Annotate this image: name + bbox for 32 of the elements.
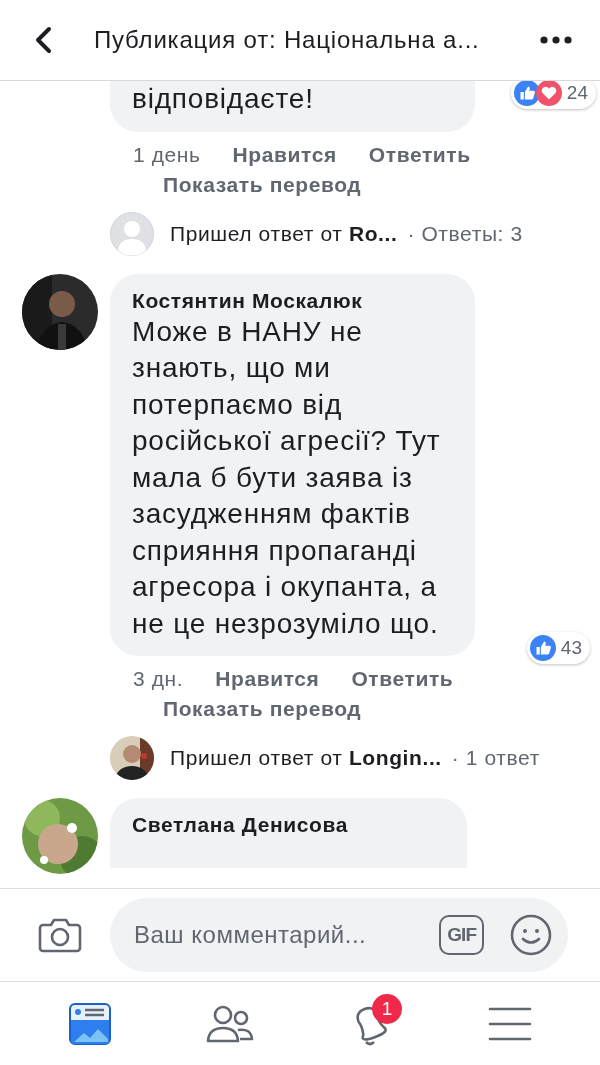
emoji-icon[interactable] [510, 914, 552, 956]
reply-count[interactable]: · 1 ответ [451, 746, 540, 770]
comment-text: Може в НАНУ не знають, що ми потерпаємо від російської агресії? Тут мала б бути заява із засудженням фактів сприяння пропаганді агресора і окупанта, а не це незрозуміло що. [132, 314, 442, 641]
comment-author[interactable]: Светлана Денисова [132, 812, 445, 838]
comment-author[interactable]: Костянтин Москалюк [132, 287, 453, 314]
page-title: Публикация от: Національна а... [94, 26, 481, 54]
more-icon[interactable] [540, 36, 572, 44]
comment-text: відповідаєте! [132, 82, 315, 116]
camera-icon[interactable] [38, 916, 82, 954]
reaction-count[interactable]: 43 [526, 632, 590, 664]
reply-count[interactable]: · Ответы: 3 [407, 221, 523, 246]
replies-link[interactable]: Пришел ответ от Longin... [170, 746, 442, 770]
translate-link[interactable]: Показать перевод [163, 169, 362, 200]
comment-time: 1 день [133, 141, 201, 168]
comment-time: 3 дн. [133, 666, 184, 692]
notification-badge: 1 [372, 993, 402, 1024]
news-feed-icon [68, 1001, 112, 1046]
reply-link[interactable]: Ответить [351, 664, 454, 694]
reply-link[interactable]: Ответить [368, 139, 471, 170]
comment-input[interactable]: Ваш комментарий... GIF [110, 898, 568, 972]
people-icon [206, 1003, 254, 1044]
thumbs-up-icon [529, 635, 556, 661]
menu-icon [488, 1005, 532, 1042]
like-link[interactable]: Нравится [232, 139, 337, 170]
translate-link[interactable]: Показать перевод [163, 694, 362, 724]
replies-link[interactable]: Пришел ответ от Ro... [170, 221, 398, 246]
reaction-count[interactable]: 24 [510, 81, 596, 109]
notifications-tab[interactable]: 1 [330, 993, 410, 1054]
like-link[interactable]: Нравится [215, 664, 320, 694]
gif-button[interactable]: GIF [439, 915, 484, 955]
avatar-icon [110, 211, 154, 256]
back-icon[interactable] [34, 26, 52, 54]
